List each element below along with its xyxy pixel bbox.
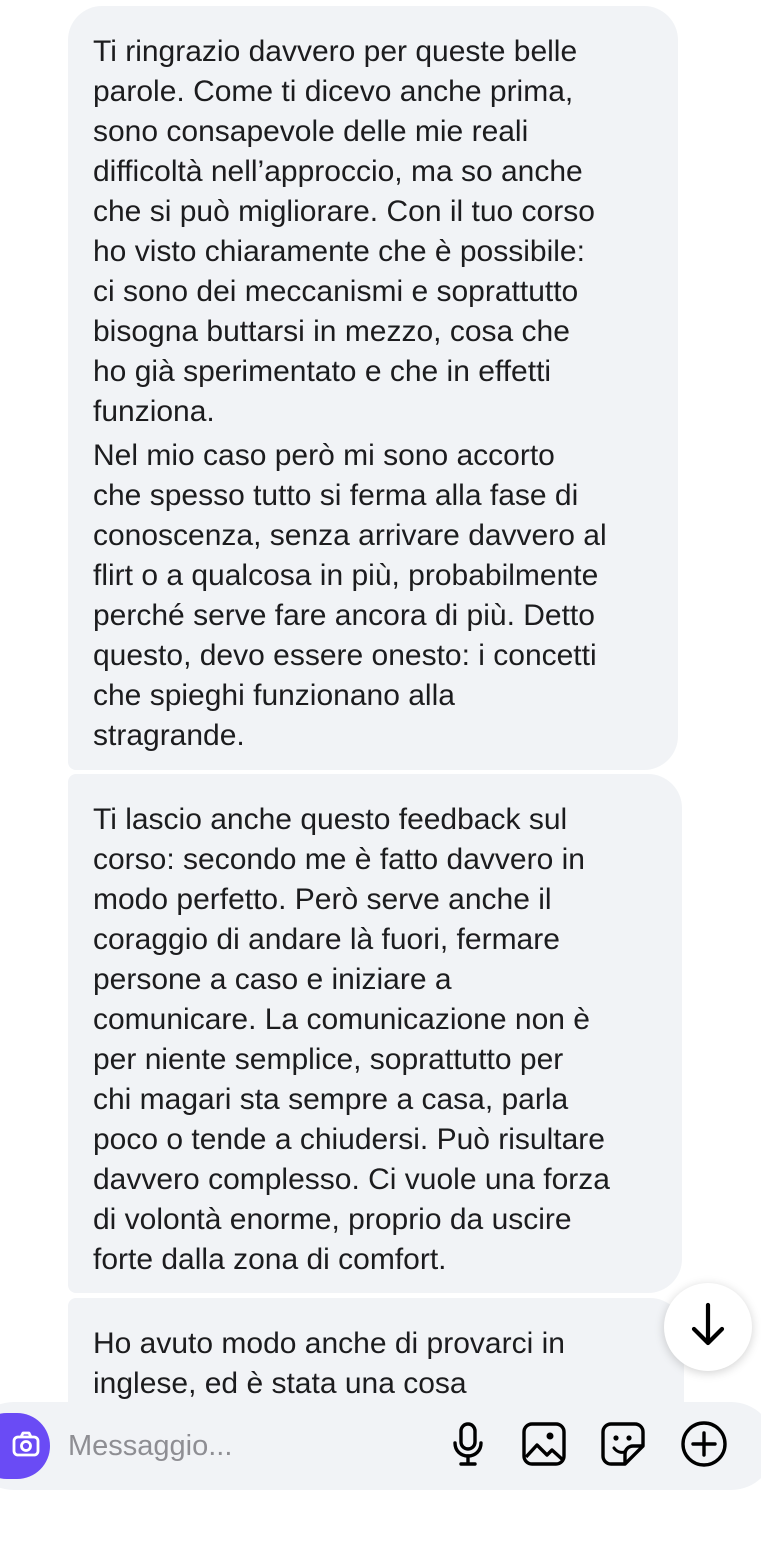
plus-circle-icon	[680, 1420, 728, 1473]
camera-icon	[12, 1431, 40, 1462]
message-composer	[0, 1402, 761, 1490]
sticker-button[interactable]	[598, 1421, 648, 1471]
add-button[interactable]	[679, 1420, 729, 1473]
microphone-icon	[451, 1421, 485, 1472]
gallery-button[interactable]	[519, 1421, 569, 1471]
message-input[interactable]	[68, 1422, 428, 1470]
chat-screen: Ti ringrazio davvero per queste belle pa…	[0, 0, 761, 1544]
sticker-icon	[600, 1421, 646, 1472]
arrow-down-icon	[690, 1302, 726, 1353]
message-bubble[interactable]: Ti ringrazio davvero per queste belle pa…	[68, 6, 678, 770]
gallery-icon	[521, 1421, 567, 1472]
microphone-button[interactable]	[443, 1421, 493, 1471]
message-paragraph: Ti lascio anche questo feedback sul cors…	[93, 803, 610, 1276]
message-paragraph: Ho avuto modo anche di provarci in ingle…	[93, 1327, 565, 1400]
message-paragraph: Nel mio caso però mi sono accorto che sp…	[93, 439, 607, 752]
scroll-to-bottom-button[interactable]	[664, 1283, 752, 1371]
message-bubble[interactable]: Ti lascio anche questo feedback sul cors…	[68, 774, 682, 1293]
message-paragraph: Ti ringrazio davvero per queste belle pa…	[93, 35, 595, 428]
